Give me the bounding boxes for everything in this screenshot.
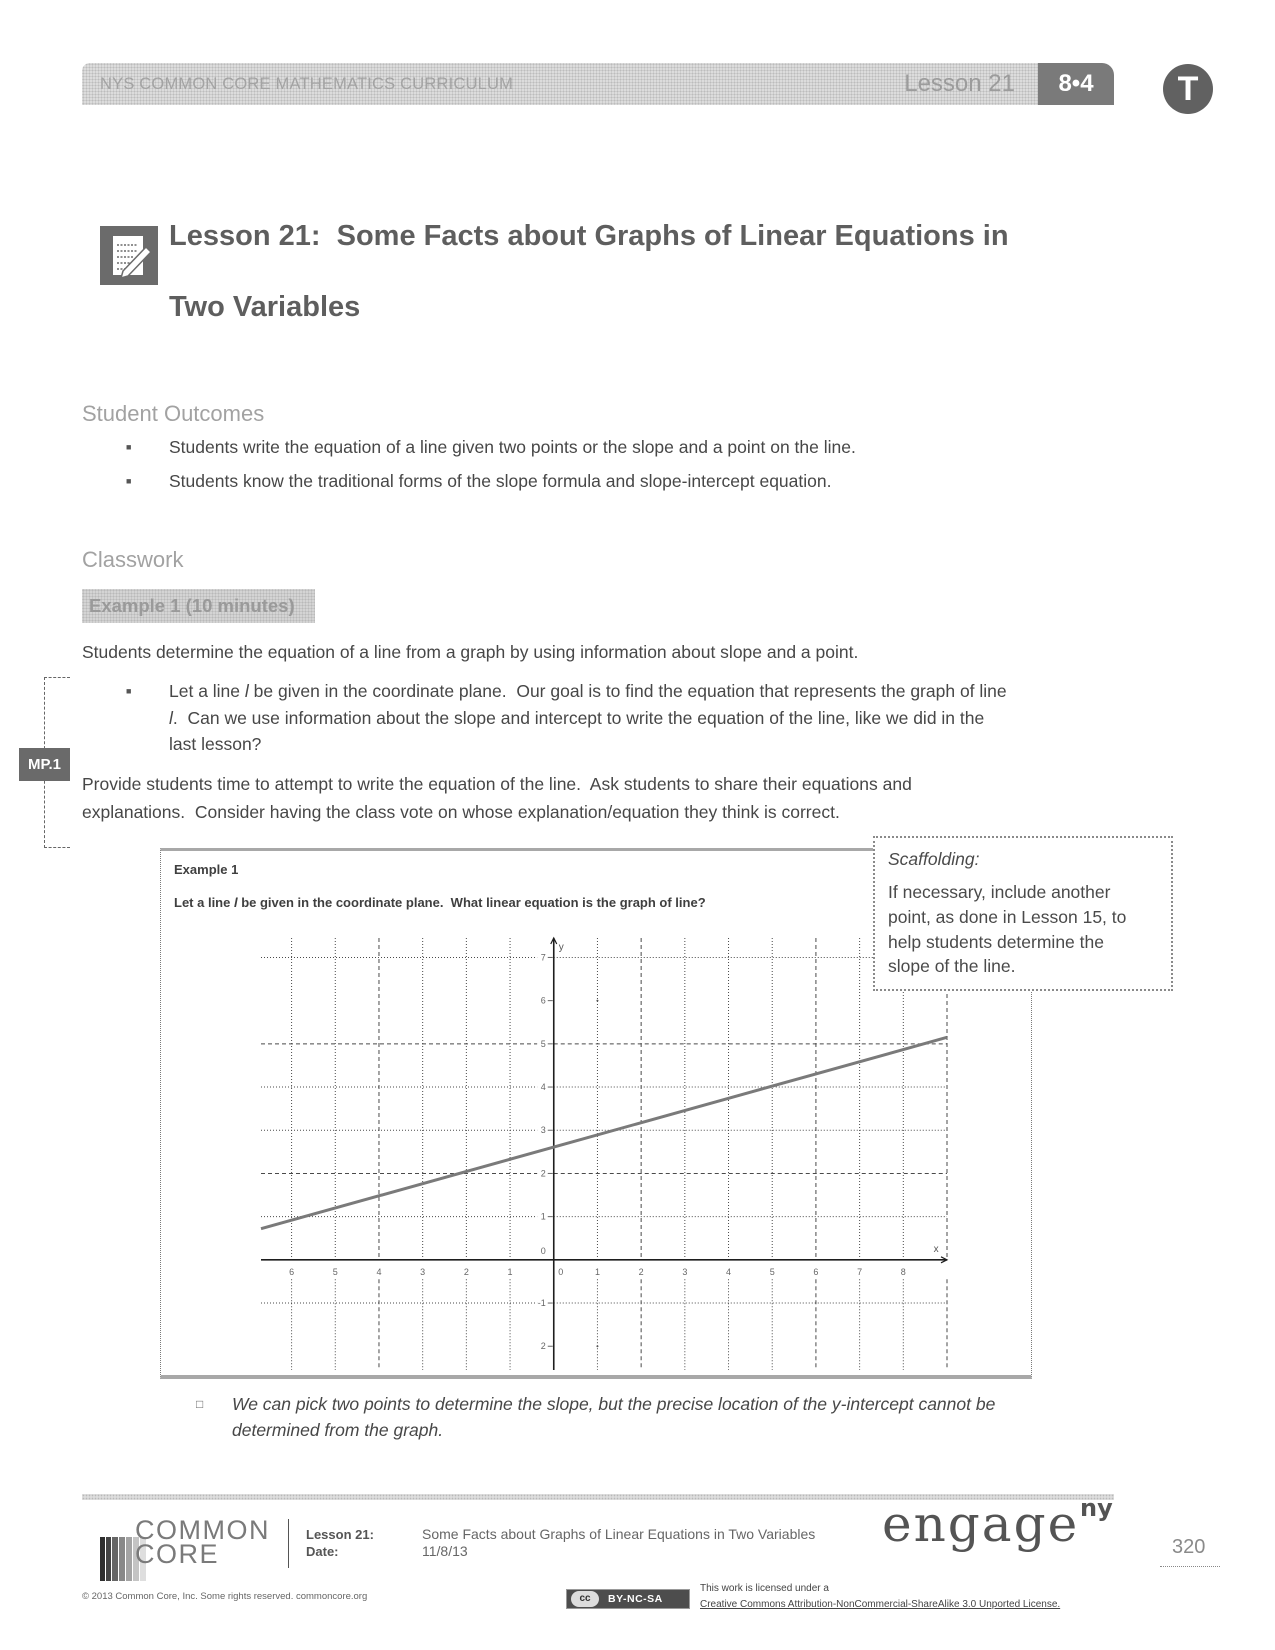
answer-line: determined from the graph.: [232, 1420, 444, 1440]
x-tick-label: 6: [813, 1267, 818, 1277]
x-tick-label: 8: [901, 1267, 906, 1277]
lesson-title-line1: Lesson 21: Some Facts about Graphs of Li…: [169, 220, 1009, 252]
x-axis-label: x: [934, 1244, 939, 1255]
lesson-notepad-icon: [82, 208, 158, 285]
x-tick-label: 6: [289, 1267, 294, 1277]
x-tick-label: 1: [595, 1267, 600, 1277]
x-tick-label: 3: [420, 1267, 425, 1277]
grid-dot: [596, 1345, 599, 1348]
y-tick-label: 7: [541, 952, 546, 962]
y-tick-label: 4: [541, 1082, 546, 1092]
y-tick-label: 1: [541, 1212, 546, 1222]
x-tick-label: 1: [508, 1267, 513, 1277]
outcome-item: Students write the equation of a line gi…: [169, 437, 856, 457]
cc-license-icon: cc: [571, 1591, 599, 1607]
example-box-title: Example 1: [174, 862, 239, 877]
provide-text-line: Provide students time to attempt to writ…: [82, 774, 912, 794]
y-tick-label: 2: [541, 1341, 546, 1351]
common-core-logo-line2: CORE: [135, 1539, 220, 1569]
license-text: This work is licensed under a: [700, 1583, 829, 1594]
footer-date-label: Date:: [306, 1544, 339, 1559]
footer-lesson-title: Some Facts about Graphs of Linear Equati…: [422, 1526, 816, 1542]
license-link[interactable]: Creative Commons Attribution-NonCommerci…: [700, 1598, 1060, 1612]
provide-text-line: explanations. Consider having the class …: [82, 802, 840, 822]
y-tick-label: 6: [541, 996, 546, 1006]
hollow-bullet-icon: □: [196, 1397, 204, 1411]
engage-ny-logo: engage: [882, 1495, 1080, 1553]
text: . Can we use information about the slope…: [172, 708, 985, 728]
page-number-rule: [1160, 1566, 1220, 1567]
text: be given in the coordinate plane. Our go…: [248, 681, 1007, 701]
student-outcomes-heading: Student Outcomes: [82, 401, 265, 426]
grid-dot: [596, 999, 599, 1002]
example-box-prompt: Let a line l be given in the coordinate …: [174, 894, 706, 912]
x-tick-label: 4: [376, 1267, 381, 1277]
discussion-bullet-line: last lesson?: [169, 734, 262, 754]
footer-date-value: 11/8/13: [422, 1543, 468, 1559]
x-tick-label: 5: [770, 1267, 775, 1277]
bullet-icon: ■: [126, 686, 132, 696]
text: Let a line: [174, 895, 234, 910]
x-tick-label: 4: [726, 1267, 731, 1277]
outcome-item: Students know the traditional forms of t…: [169, 471, 832, 491]
page-number: 320: [1172, 1536, 1206, 1558]
cc-badge-text: BY-NC-SA: [608, 1593, 663, 1605]
x-tick-label: 0: [558, 1267, 563, 1277]
y-tick-label: 5: [541, 1039, 546, 1049]
teacher-badge: T: [1163, 64, 1213, 114]
bullet-icon: ■: [126, 476, 132, 486]
footer-divider: [288, 1519, 289, 1568]
coordinate-plane-graph: 6 5 4 3 2 1 0 1 2 3 4 5 6 7 8 2 -1 0 1 2 3 4 5 6 7 x y: [260, 936, 949, 1370]
lesson-page: NYS COMMON CORE MATHEMATICS CURRICULUM L…: [0, 0, 1275, 1650]
text: be given in the coordinate plane. What l…: [237, 895, 706, 910]
series-line-l: [260, 1035, 948, 1231]
discussion-bullet-line: l. Can we use information about the slop…: [169, 706, 984, 730]
footer-lesson-label: Lesson 21:: [306, 1527, 374, 1542]
text: Let a line: [169, 681, 245, 701]
answer-line: We can pick two points to determine the …: [232, 1394, 996, 1414]
y-tick-label: 0: [541, 1246, 546, 1256]
mp-badge: MP.1: [19, 748, 70, 781]
x-tick-label: 2: [639, 1267, 644, 1277]
y-axis-label: y: [559, 942, 564, 953]
scaffolding-line: If necessary, include another: [888, 882, 1111, 902]
curriculum-title: NYS COMMON CORE MATHEMATICS CURRICULUM: [100, 75, 514, 93]
scaffolding-line: help students determine the: [888, 932, 1104, 952]
lesson-title-line2: Two Variables: [169, 291, 361, 323]
x-tick-label: 3: [682, 1267, 687, 1277]
example-heading: Example 1 (10 minutes): [82, 589, 315, 623]
header-lesson: Lesson 21: [904, 70, 1015, 97]
scaffolding-line: point, as done in Lesson 15, to: [888, 907, 1127, 927]
scaffolding-title: Scaffolding:: [888, 849, 980, 869]
module-badge: 8•4: [1038, 63, 1114, 105]
discussion-bullet-line: Let a line l be given in the coordinate …: [169, 679, 1007, 703]
engage-ny-superscript: ny: [1080, 1494, 1113, 1522]
x-tick-label: 5: [333, 1267, 338, 1277]
bullet-icon: ■: [126, 442, 132, 452]
classwork-heading: Classwork: [82, 547, 184, 572]
y-tick-label: 2: [541, 1168, 546, 1178]
x-tick-label: 7: [857, 1267, 862, 1277]
common-core-logo-icon: [82, 1519, 146, 1581]
copyright-text: © 2013 Common Core, Inc. Some rights res…: [82, 1591, 368, 1602]
example-intro: Students determine the equation of a lin…: [82, 642, 859, 662]
y-tick-label: -1: [538, 1298, 546, 1308]
x-tick-label: 2: [464, 1267, 469, 1277]
scaffolding-line: slope of the line.: [888, 956, 1016, 976]
y-tick-label: 3: [541, 1125, 546, 1135]
